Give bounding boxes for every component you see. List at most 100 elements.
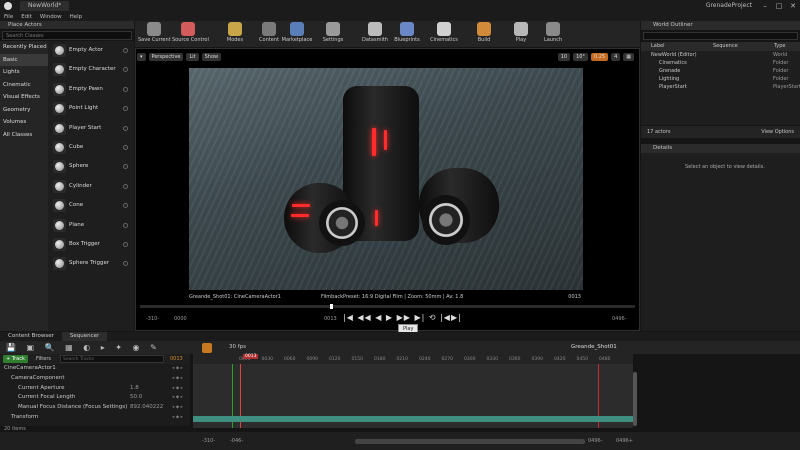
actor-item[interactable]: Cylinder bbox=[48, 177, 134, 196]
track-value[interactable]: 50.0 bbox=[130, 393, 142, 403]
camera-speed-value[interactable]: 4 bbox=[611, 53, 621, 61]
scale-snap-value[interactable]: 0.25 bbox=[590, 53, 609, 61]
track-search-input[interactable]: Search Tracks bbox=[60, 355, 164, 363]
keyframe-nav-icon[interactable]: ◂ ◆ ▸ bbox=[172, 364, 183, 374]
track-row[interactable]: CameraComponent ◂ ◆ ▸ bbox=[0, 374, 190, 384]
info-icon[interactable] bbox=[123, 86, 128, 92]
outliner-search-input[interactable] bbox=[643, 32, 798, 40]
timeline-vertical-scrollbar[interactable] bbox=[633, 372, 637, 426]
category-cinematic[interactable]: Cinematic bbox=[0, 79, 48, 92]
document-tab[interactable]: NewWorld* bbox=[20, 1, 70, 11]
category-volumes[interactable]: Volumes bbox=[0, 116, 48, 129]
actor-item[interactable]: Sphere bbox=[48, 157, 134, 176]
column-type[interactable]: Type bbox=[774, 43, 785, 49]
info-icon[interactable] bbox=[123, 222, 128, 228]
menu-help[interactable]: Help bbox=[70, 14, 83, 20]
menu-edit[interactable]: Edit bbox=[21, 14, 32, 20]
category-lights[interactable]: Lights bbox=[0, 66, 48, 79]
info-icon[interactable] bbox=[123, 241, 128, 247]
range-start-field[interactable]: 0000 bbox=[174, 316, 187, 322]
outliner-row[interactable]: Grenade Folder bbox=[641, 67, 800, 75]
category-basic[interactable]: Basic bbox=[0, 53, 48, 66]
toolbar-build-button[interactable]: Build bbox=[468, 21, 500, 47]
keyframe-nav-icon[interactable]: ◂ ◆ ▸ bbox=[172, 413, 183, 423]
keyframe-nav-icon[interactable]: ◂ ◆ ▸ bbox=[172, 403, 183, 413]
current-frame-field[interactable]: 0013 bbox=[324, 316, 337, 322]
column-label[interactable]: Label bbox=[651, 43, 665, 49]
snap-toggle-icon[interactable] bbox=[202, 343, 212, 353]
menu-file[interactable]: File bbox=[4, 14, 13, 20]
place-actors-search-input[interactable]: Search Classes bbox=[2, 31, 132, 40]
minimize-button[interactable]: – bbox=[758, 0, 772, 12]
actor-item[interactable]: Plane bbox=[48, 216, 134, 235]
info-icon[interactable] bbox=[123, 164, 128, 170]
track-row[interactable]: Transform ◂ ◆ ▸ bbox=[0, 413, 190, 423]
add-track-button[interactable]: + Track bbox=[3, 355, 28, 363]
track-value[interactable]: 1.8 bbox=[130, 384, 139, 394]
fps-selector[interactable]: 30 fps bbox=[229, 344, 246, 350]
toolbar-save-current-button[interactable]: Save Current bbox=[138, 21, 171, 47]
outliner-row[interactable]: NewWorld (Editor) World bbox=[641, 51, 800, 59]
actor-item[interactable]: Empty Actor bbox=[48, 41, 134, 60]
outliner-row[interactable]: Lighting Folder bbox=[641, 75, 800, 83]
info-icon[interactable] bbox=[123, 48, 128, 53]
info-icon[interactable] bbox=[123, 67, 128, 73]
toolbar-datasmith-button[interactable]: Datasmith bbox=[359, 21, 391, 47]
toolbar-source-control-button[interactable]: Source Control bbox=[172, 21, 209, 47]
toolbar-marketplace-button[interactable]: Marketplace bbox=[281, 21, 313, 47]
filters-button[interactable]: Filters bbox=[36, 356, 51, 362]
toolbar-cinematics-button[interactable]: Cinematics bbox=[428, 21, 460, 47]
working-range-start[interactable]: -046- bbox=[230, 438, 243, 444]
sequence-breadcrumb[interactable]: Greande_Shot01 bbox=[571, 344, 617, 350]
transform-section-bar[interactable] bbox=[193, 416, 633, 422]
lit-button[interactable]: Lit bbox=[186, 53, 199, 61]
viewport-layout-icon[interactable]: ▦ bbox=[623, 53, 634, 61]
category-all-classes[interactable]: All Classes bbox=[0, 129, 48, 142]
menu-window[interactable]: Window bbox=[40, 14, 62, 20]
info-icon[interactable] bbox=[123, 261, 128, 267]
actor-item[interactable]: Empty Character bbox=[48, 60, 134, 79]
track-row[interactable]: Current Aperture 1.8 ◂ ◆ ▸ bbox=[0, 384, 190, 394]
info-icon[interactable] bbox=[123, 106, 128, 112]
actor-item[interactable]: Cone bbox=[48, 196, 134, 215]
sequencer-timeline[interactable] bbox=[193, 354, 633, 428]
view-options-button[interactable]: View Options bbox=[761, 126, 794, 138]
info-icon[interactable] bbox=[123, 125, 128, 131]
working-range-end[interactable]: 0496- bbox=[588, 438, 603, 444]
outliner-row[interactable]: PlayerStart PlayerStart bbox=[641, 83, 800, 91]
toolbar-settings-button[interactable]: Settings bbox=[317, 21, 349, 47]
toolbar-play-button[interactable]: Play bbox=[505, 21, 537, 47]
outliner-row[interactable]: Cinematics Folder bbox=[641, 59, 800, 67]
keyframe-nav-icon[interactable]: ◂ ◆ ▸ bbox=[172, 374, 183, 384]
keyframe-nav-icon[interactable]: ◂ ◆ ▸ bbox=[172, 384, 183, 394]
rotation-snap-value[interactable]: 10° bbox=[573, 53, 588, 61]
actor-item[interactable]: Empty Pawn bbox=[48, 80, 134, 99]
toolbar-blueprints-button[interactable]: Blueprints bbox=[391, 21, 423, 47]
toolbar-launch-button[interactable]: Launch bbox=[537, 21, 569, 47]
track-row[interactable]: Current Focal Length 50.0 ◂ ◆ ▸ bbox=[0, 393, 190, 403]
toolbar-modes-button[interactable]: Modes bbox=[219, 21, 251, 47]
tab-sequencer[interactable]: Sequencer bbox=[61, 332, 108, 341]
actor-item[interactable]: Box Trigger bbox=[48, 235, 134, 254]
actor-item[interactable]: Player Start bbox=[48, 119, 134, 138]
info-icon[interactable] bbox=[123, 144, 128, 150]
view-range-start[interactable]: -310- bbox=[202, 438, 215, 444]
view-range-end[interactable]: 0496+ bbox=[616, 438, 633, 444]
viewport-options-button[interactable]: ▾ bbox=[137, 53, 146, 61]
actor-item[interactable]: Sphere Trigger bbox=[48, 254, 134, 273]
category-recently-placed[interactable]: Recently Placed bbox=[0, 41, 48, 54]
timeline-horizontal-scrollbar[interactable] bbox=[355, 439, 585, 444]
time-ruler[interactable]: 0000 0030 0060 0090 0120 0150 0180 0210 0240 0270… bbox=[193, 354, 633, 364]
info-icon[interactable] bbox=[123, 183, 128, 189]
track-row[interactable]: CineCameraActor1 ◂ ◆ ▸ bbox=[0, 364, 190, 374]
keyframe-nav-icon[interactable]: ◂ ◆ ▸ bbox=[172, 393, 183, 403]
track-row[interactable]: Manual Focus Distance (Focus Settings) 89… bbox=[0, 403, 190, 413]
actor-item[interactable]: Point Light bbox=[48, 99, 134, 118]
grid-snap-value[interactable]: 10 bbox=[557, 53, 571, 61]
actor-item[interactable]: Cube bbox=[48, 138, 134, 157]
sequencer-tool-icons[interactable]: 💾 ▣ 🔍 ▦ ◐ ▸ ✦ ◉ ✎ bbox=[6, 343, 161, 352]
tab-content-browser[interactable]: Content Browser bbox=[0, 332, 62, 341]
info-icon[interactable] bbox=[123, 203, 128, 209]
viewport-scrub-bar[interactable] bbox=[140, 304, 635, 309]
track-value[interactable]: 892.040222 bbox=[130, 403, 163, 413]
